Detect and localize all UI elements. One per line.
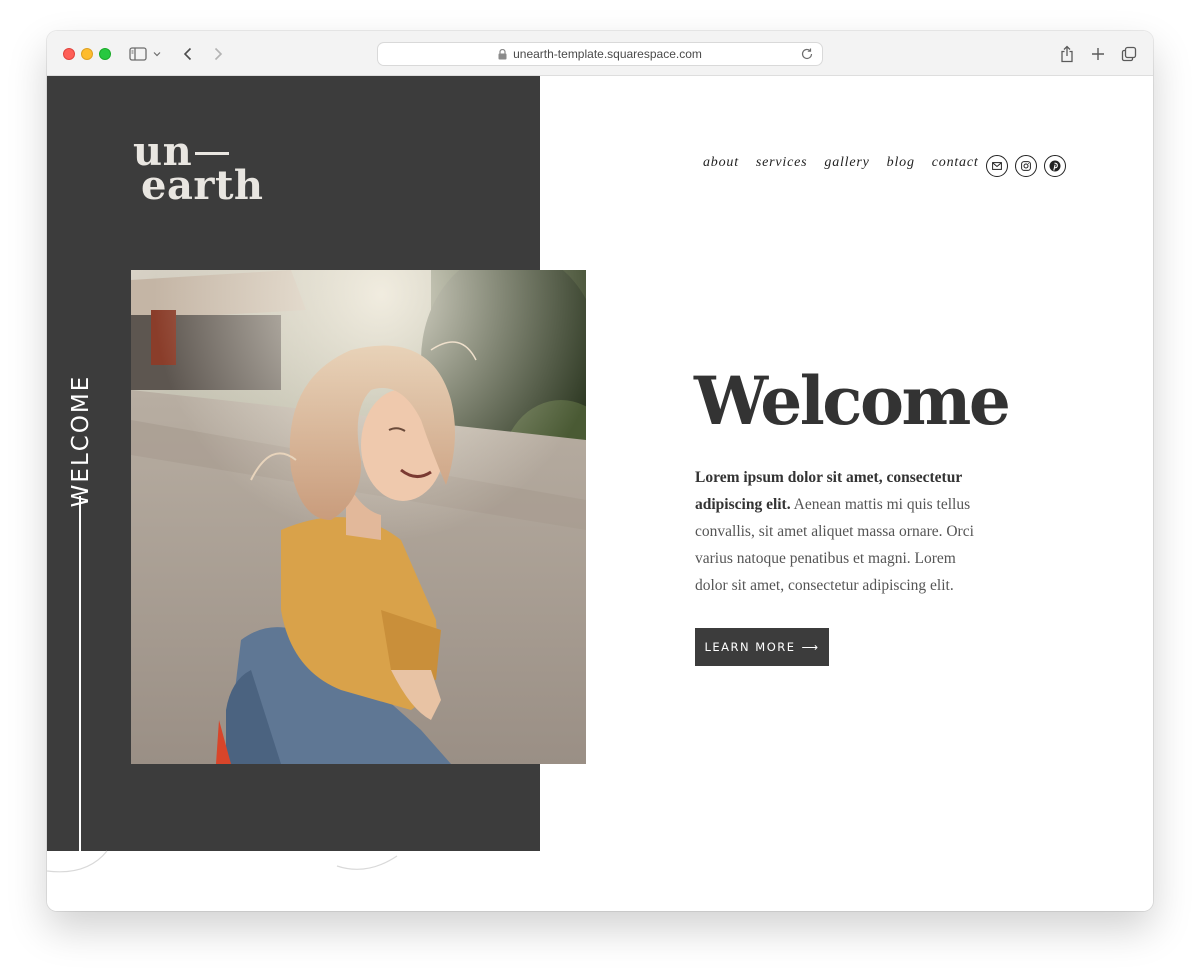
zoom-window-button[interactable]	[99, 48, 111, 60]
pinterest-icon[interactable]	[1044, 155, 1066, 177]
share-icon[interactable]	[1056, 43, 1078, 65]
instagram-icon[interactable]	[1015, 155, 1037, 177]
learn-more-label: LEARN MORE	[704, 640, 796, 654]
site-logo[interactable]: un earth	[133, 132, 283, 212]
side-welcome-text: WELCOME	[68, 374, 94, 508]
decorative-curves	[47, 850, 398, 873]
lock-icon	[498, 48, 507, 59]
hero-body-text: Lorem ipsum dolor sit amet, consectetur …	[695, 464, 985, 599]
browser-window: unearth-template.squarespace.com un eart…	[47, 31, 1153, 911]
nav-contact[interactable]: contact	[932, 155, 979, 171]
close-window-button[interactable]	[63, 48, 75, 60]
chevron-down-icon[interactable]	[150, 43, 164, 65]
side-welcome-label: WELCOME	[68, 374, 94, 508]
tab-overview-icon[interactable]	[1118, 43, 1140, 65]
logo-line-2: earth	[141, 162, 264, 209]
side-divider-line	[79, 496, 81, 851]
arrow-right-icon: ⟶	[801, 640, 820, 654]
nav-gallery[interactable]: gallery	[824, 155, 869, 171]
address-bar[interactable]: unearth-template.squarespace.com	[377, 42, 823, 66]
back-icon[interactable]	[177, 43, 199, 65]
logo-dash	[195, 152, 229, 155]
nav-blog[interactable]: blog	[887, 155, 915, 171]
nav-services[interactable]: services	[756, 155, 808, 171]
nav-about[interactable]: about	[703, 155, 739, 171]
browser-toolbar: unearth-template.squarespace.com	[47, 31, 1153, 76]
new-tab-icon[interactable]	[1087, 43, 1109, 65]
minimize-window-button[interactable]	[81, 48, 93, 60]
main-nav: about services gallery blog contact	[703, 155, 979, 171]
reload-icon[interactable]	[800, 47, 816, 63]
hero-headline: Welcome	[694, 362, 1011, 440]
mail-icon[interactable]	[986, 155, 1008, 177]
learn-more-button[interactable]: LEARN MORE ⟶	[695, 628, 829, 666]
sidebar-toggle-icon[interactable]	[127, 43, 149, 65]
hero-photo	[131, 270, 586, 764]
web-page: un earth WELCOME about services gallery …	[47, 76, 1153, 911]
address-url: unearth-template.squarespace.com	[513, 47, 702, 61]
forward-icon[interactable]	[207, 43, 229, 65]
